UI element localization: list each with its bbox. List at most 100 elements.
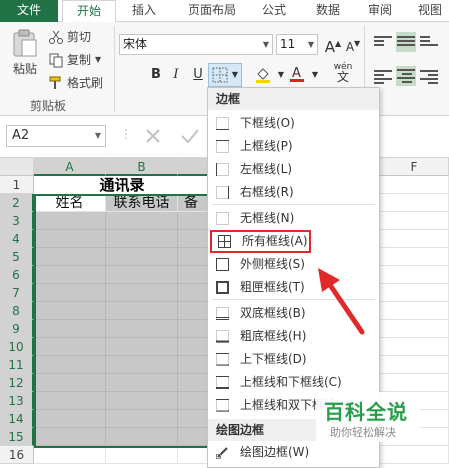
align-middle-icon[interactable] [396, 32, 416, 52]
name-box[interactable]: A2 ▼ [6, 125, 106, 147]
grid-cell[interactable] [380, 374, 449, 392]
row-header[interactable]: 7 [0, 284, 34, 302]
grid-cell[interactable] [106, 446, 178, 464]
align-bottom-icon[interactable] [420, 34, 438, 50]
tab-insert[interactable]: 插入 [124, 0, 164, 22]
cancel-icon[interactable] [144, 127, 162, 145]
shrink-font-button[interactable]: A▼ [343, 34, 363, 54]
row-header[interactable]: 15 [0, 428, 34, 446]
column-header-c[interactable] [178, 158, 210, 176]
menu-item-none-border[interactable]: 无框线(N) [208, 207, 379, 230]
row-header[interactable]: 9 [0, 320, 34, 338]
grid-cell[interactable] [380, 320, 449, 338]
format-painter-button[interactable]: 格式刷 [48, 74, 103, 91]
tab-formulas[interactable]: 公式 [254, 0, 294, 22]
grid-cell[interactable] [106, 320, 178, 338]
grid-cell[interactable] [106, 248, 178, 266]
grid-cell[interactable] [380, 338, 449, 356]
underline-button[interactable]: U [188, 65, 208, 85]
chevron-down-icon[interactable]: ▼ [95, 55, 101, 64]
align-left-icon[interactable] [374, 68, 392, 84]
column-header-f[interactable]: F [380, 158, 449, 176]
grid-cell[interactable] [178, 428, 210, 446]
font-color-button[interactable]: A [287, 64, 307, 84]
grid-cell[interactable] [106, 230, 178, 248]
grid-cell[interactable] [380, 266, 449, 284]
header-cell-phone[interactable]: 联系电话 [106, 194, 178, 212]
grid-cell[interactable] [178, 374, 210, 392]
grid-cell[interactable] [34, 410, 106, 428]
paste-button[interactable]: 粘贴 [8, 28, 42, 77]
grid-cell[interactable] [34, 338, 106, 356]
row-header[interactable]: 4 [0, 230, 34, 248]
grid-cell[interactable] [34, 266, 106, 284]
row-header[interactable]: 5 [0, 248, 34, 266]
row-header[interactable]: 8 [0, 302, 34, 320]
menu-item-bottom-border[interactable]: 下框线(O) [208, 112, 379, 135]
grid-cell[interactable] [106, 374, 178, 392]
grid-cell[interactable] [178, 212, 210, 230]
grid-cell[interactable] [34, 428, 106, 446]
grid-cell[interactable] [380, 302, 449, 320]
row-header[interactable]: 10 [0, 338, 34, 356]
grid-cell[interactable] [178, 446, 210, 464]
grid-cell[interactable] [106, 212, 178, 230]
grid-cell[interactable] [380, 248, 449, 266]
grow-font-button[interactable]: A▲ [323, 34, 343, 56]
grid-cell[interactable] [178, 392, 210, 410]
grid-cell[interactable] [380, 284, 449, 302]
grid-cell[interactable] [34, 230, 106, 248]
grid-cell[interactable] [34, 302, 106, 320]
chevron-down-icon[interactable]: ▼ [305, 65, 325, 85]
grid-cell[interactable] [106, 410, 178, 428]
menu-item-draw-border[interactable]: 绘图边框(W) [208, 441, 379, 464]
bold-button[interactable]: B [146, 65, 166, 85]
grid-cell[interactable] [34, 284, 106, 302]
grid-cell[interactable] [34, 212, 106, 230]
row-header[interactable]: 16 [0, 446, 34, 464]
grid-cell[interactable] [34, 446, 106, 464]
row-header[interactable]: 13 [0, 392, 34, 410]
row-header[interactable]: 3 [0, 212, 34, 230]
grid-cell[interactable] [380, 212, 449, 230]
row-header[interactable]: 2 [0, 194, 34, 212]
menu-item-all-border[interactable]: 所有框线(A) [210, 230, 311, 253]
grid-cell[interactable] [106, 356, 178, 374]
grid-cell[interactable] [178, 266, 210, 284]
borders-button[interactable]: ▼ [208, 63, 242, 87]
grid-cell[interactable] [34, 374, 106, 392]
fill-color-button[interactable] [253, 65, 273, 85]
phonetic-guide-button[interactable]: wén 文 [330, 62, 356, 86]
menu-item-top-bottom-border[interactable]: 上下框线(D) [208, 348, 379, 371]
grid-cell[interactable] [178, 338, 210, 356]
italic-button[interactable]: I [166, 65, 186, 85]
menu-item-top-border[interactable]: 上框线(P) [208, 135, 379, 158]
grid-cell[interactable] [178, 248, 210, 266]
grid-cell[interactable] [106, 266, 178, 284]
grid-cell[interactable] [178, 320, 210, 338]
header-cell-name[interactable]: 姓名 [34, 194, 106, 212]
font-size-select[interactable]: 11 ▼ [276, 34, 318, 55]
align-center-icon[interactable] [396, 66, 416, 86]
grid-cell[interactable] [106, 428, 178, 446]
column-header-a[interactable]: A [34, 158, 106, 176]
row-header[interactable]: 12 [0, 374, 34, 392]
grid-cell[interactable] [380, 446, 449, 464]
tab-review[interactable]: 审阅 [360, 0, 400, 22]
grid-cell[interactable] [34, 392, 106, 410]
row-header[interactable]: 6 [0, 266, 34, 284]
row-header[interactable]: 1 [0, 176, 34, 194]
menu-item-left-border[interactable]: 左框线(L) [208, 158, 379, 181]
tab-home[interactable]: 开始 [62, 0, 116, 23]
grid-cell[interactable] [178, 302, 210, 320]
menu-item-right-border[interactable]: 右框线(R) [208, 181, 379, 204]
align-top-icon[interactable] [374, 34, 392, 50]
tab-view[interactable]: 视图 [410, 0, 449, 22]
grid-cell[interactable] [380, 230, 449, 248]
column-header-b[interactable]: B [106, 158, 178, 176]
align-right-icon[interactable] [420, 68, 438, 84]
header-cell-note[interactable]: 备 [178, 194, 210, 212]
grid-cell[interactable] [106, 392, 178, 410]
font-name-select[interactable]: 宋体 ▼ [119, 34, 273, 55]
tab-data[interactable]: 数据 [308, 0, 348, 22]
